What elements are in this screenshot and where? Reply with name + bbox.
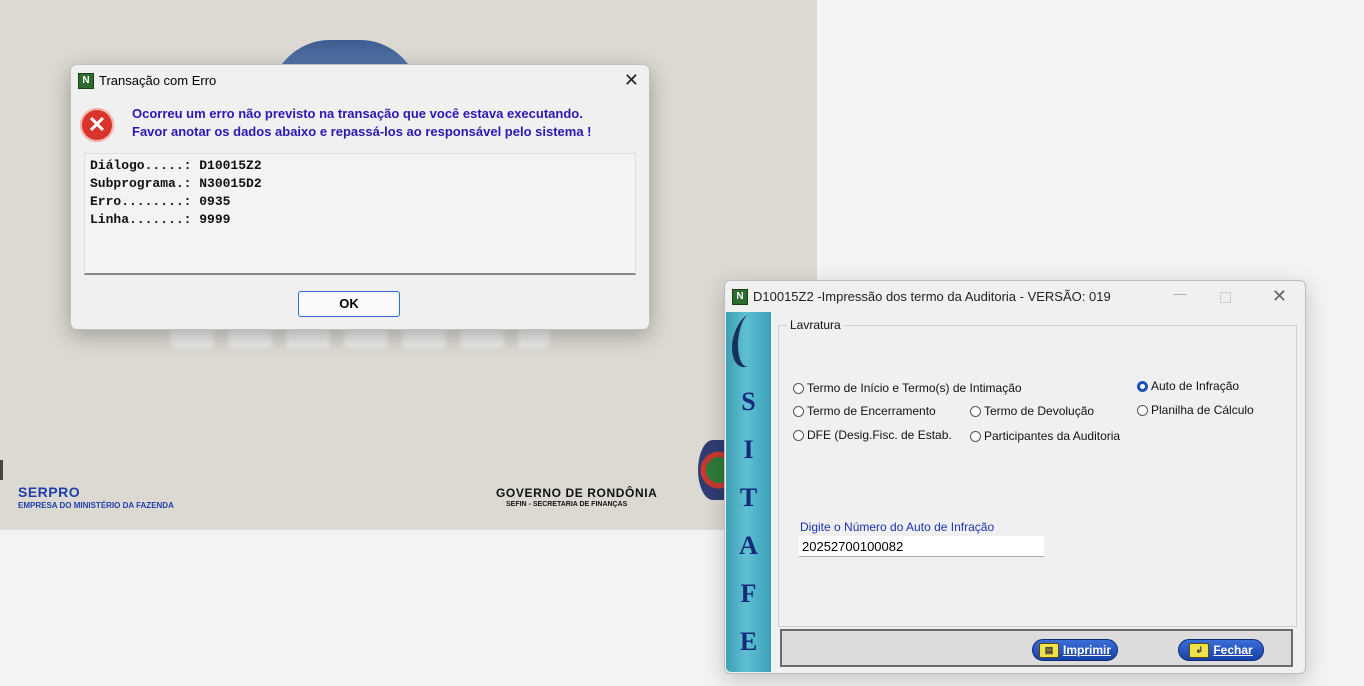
sitafe-window: N D10015Z2 -Impressão dos termo da Audit… [724, 280, 1306, 674]
radio-label: Termo de Encerramento [807, 404, 936, 418]
print-label: Imprimir [1062, 643, 1111, 657]
sitafe-title-bar[interactable]: N D10015Z2 -Impressão dos termo da Audit… [725, 281, 1305, 311]
banner-letter: T [739, 483, 758, 512]
print-button[interactable]: ▤ Imprimir [1032, 639, 1118, 661]
close-label: Fechar [1213, 643, 1253, 657]
radio-circle-icon[interactable] [793, 429, 804, 441]
radio-label: DFE (Desig.Fisc. de Estab. [807, 428, 952, 442]
radio-circle-icon[interactable] [970, 405, 981, 417]
radio-label: Participantes da Auditoria [984, 429, 1121, 443]
radio-termo-devolucao[interactable]: Termo de Devolução [970, 404, 1094, 418]
ok-button[interactable]: OK [298, 291, 400, 317]
banner-letter: S [741, 387, 756, 416]
lavratura-group: Lavratura Termo de Início e Termo(s) de … [778, 318, 1297, 627]
radio-circle-icon[interactable] [793, 405, 804, 417]
error-message-line1: Ocorreu um erro não previsto na transaçã… [132, 106, 583, 121]
radio-label: Termo de Início e Termo(s) de Intimação [807, 381, 1022, 395]
app-icon: N [78, 73, 94, 89]
error-icon: ✕ [80, 108, 114, 142]
radio-circle-icon[interactable] [970, 430, 981, 442]
radio-label: Termo de Devolução [984, 404, 1095, 418]
error-detail-erro: Erro........: 0935 [90, 194, 231, 209]
radio-participantes[interactable]: Participantes da Auditoria [970, 429, 1120, 443]
serpro-subtitle: EMPRESA DO MINISTÉRIO DA FAZENDA [18, 501, 174, 510]
error-detail-linha: Linha.......: 9999 [90, 212, 231, 227]
printer-icon: ▤ [1038, 642, 1059, 658]
error-dialog-title: Transação com Erro [99, 73, 217, 88]
banner-letter: F [740, 579, 757, 608]
radio-circle-icon[interactable] [793, 382, 804, 394]
maximize-icon[interactable] [1220, 292, 1231, 303]
serpro-logo-mark [0, 460, 11, 480]
auto-number-input[interactable] [799, 536, 1044, 557]
close-button[interactable]: ↲ Fechar [1178, 639, 1264, 661]
action-bar: ▤ Imprimir ↲ Fechar [780, 629, 1293, 667]
banner-letter: E [739, 627, 758, 656]
error-dialog: N Transação com Erro ✕ ✕ Ocorreu um erro… [70, 64, 650, 330]
close-icon[interactable]: ✕ [1272, 287, 1287, 305]
group-title: Lavratura [787, 318, 844, 332]
close-icon[interactable]: ✕ [624, 71, 639, 89]
radio-dfe[interactable]: DFE (Desig.Fisc. de Estab. [793, 428, 952, 442]
error-message-line2: Favor anotar os dados abaixo e repassá-l… [132, 124, 592, 139]
radio-label: Auto de Infração [1151, 379, 1240, 393]
door-exit-icon: ↲ [1189, 642, 1210, 658]
radio-circle-icon[interactable] [1137, 404, 1148, 416]
auto-number-label: Digite o Número do Auto de Infração [800, 520, 995, 534]
radio-termo-encerramento[interactable]: Termo de Encerramento [793, 404, 936, 418]
radio-termo-inicio[interactable]: Termo de Início e Termo(s) de Intimação [793, 381, 1022, 395]
sitafe-window-title: D10015Z2 -Impressão dos termo da Auditor… [753, 289, 1111, 304]
radio-auto-infracao[interactable]: Auto de Infração [1137, 379, 1239, 393]
sitafe-banner: S I T A F E [726, 306, 771, 672]
gov-name: GOVERNO DE RONDÔNIA [496, 486, 658, 500]
gov-subtitle: SEFIN - SECRETARIA DE FINANÇAS [506, 501, 628, 508]
serpro-name: SERPRO [18, 484, 81, 500]
minimize-icon[interactable]: — [1173, 285, 1187, 301]
app-icon: N [732, 289, 748, 305]
error-detail-subprograma: Subprograma.: N30015D2 [90, 176, 262, 191]
radio-circle-icon[interactable] [1137, 380, 1148, 392]
banner-letter: I [743, 435, 754, 464]
error-details-box[interactable]: Diálogo.....: D10015Z2 Subprograma.: N30… [84, 153, 636, 275]
radio-planilha-calculo[interactable]: Planilha de Cálculo [1137, 403, 1254, 417]
error-detail-dialogo: Diálogo.....: D10015Z2 [90, 158, 262, 173]
error-dialog-title-bar[interactable]: N Transação com Erro ✕ [71, 65, 649, 97]
radio-label: Planilha de Cálculo [1151, 403, 1254, 417]
swoosh-logo-icon [732, 306, 766, 374]
banner-letter: A [739, 531, 758, 560]
